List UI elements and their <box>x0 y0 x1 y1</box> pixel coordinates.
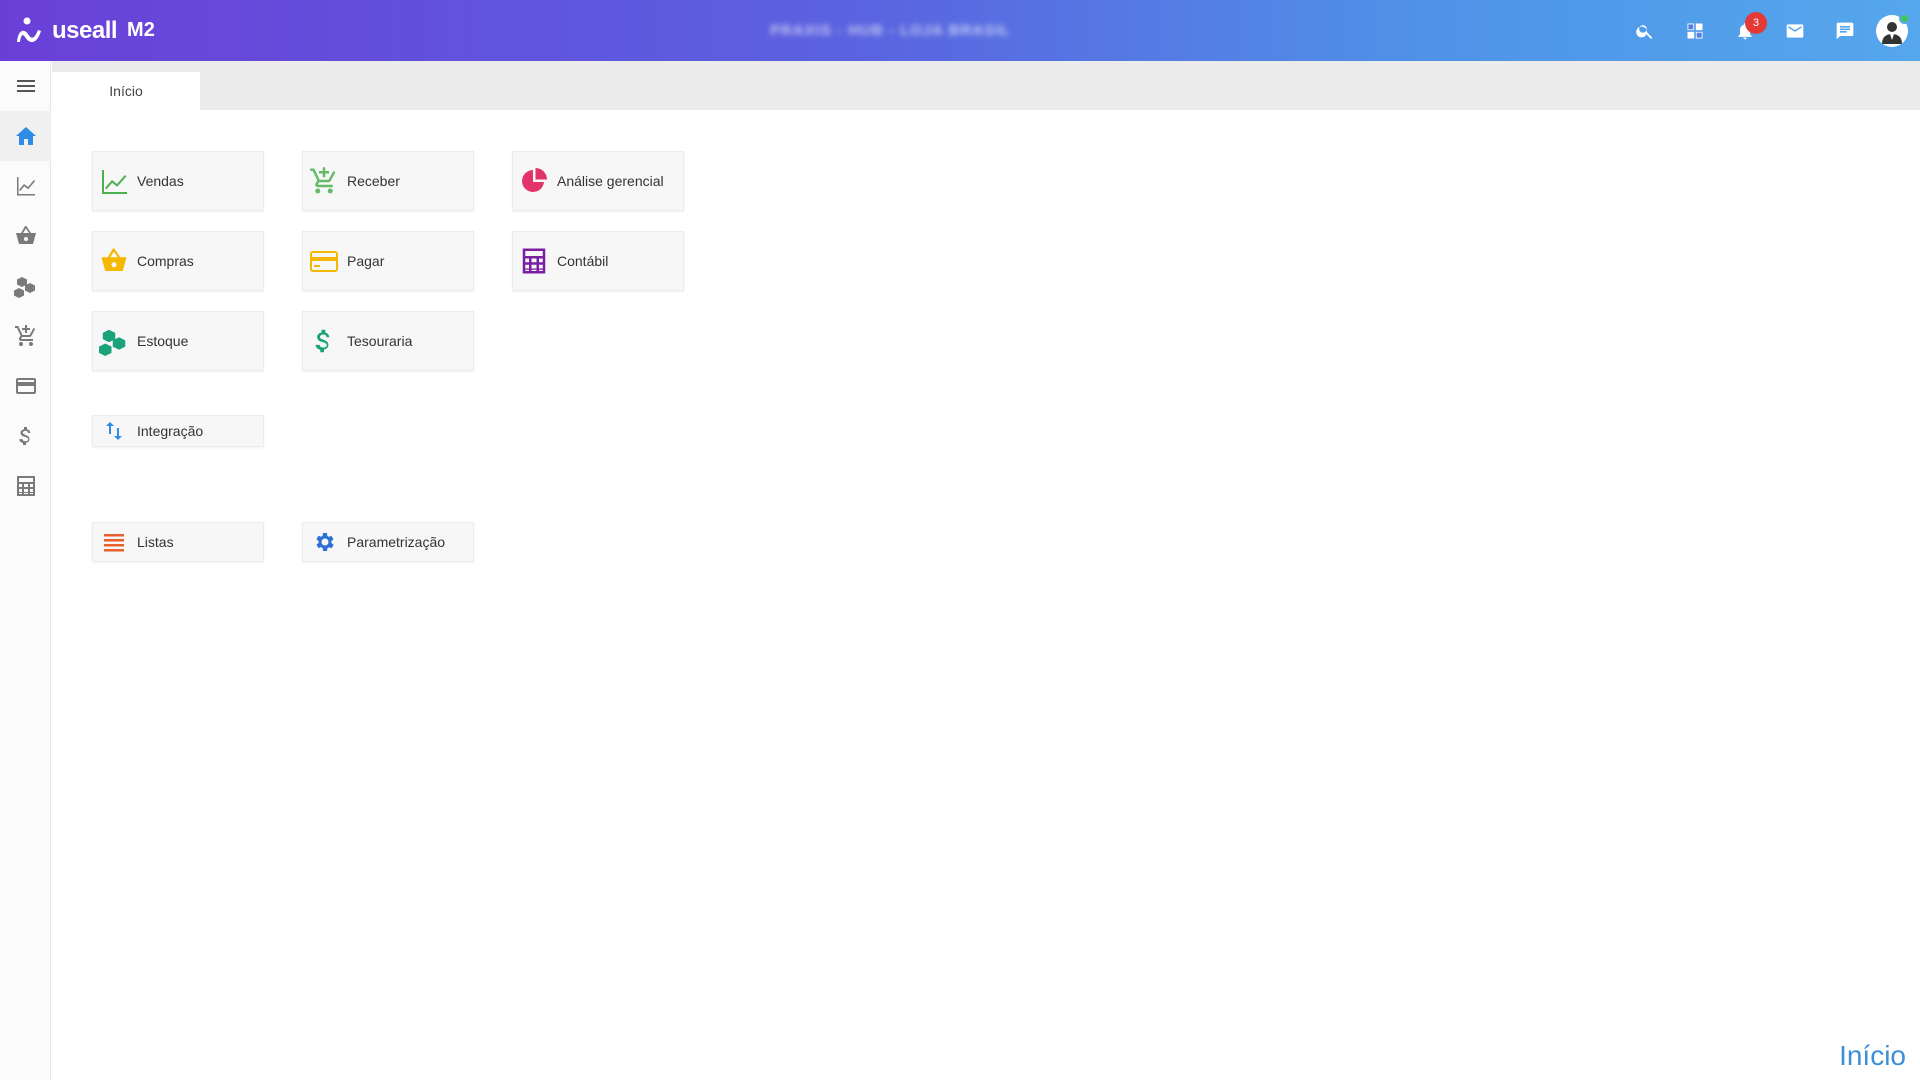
home-icon[interactable] <box>0 111 51 161</box>
tile-label: Receber <box>347 173 400 189</box>
top-bar: useall M2 PRAXIS - HUB - LOJA BRASIL 3 <box>0 0 1920 61</box>
logo-sub: M2 <box>127 19 155 41</box>
boxes-icon[interactable] <box>0 261 51 311</box>
tile-integracao[interactable]: Integração <box>92 415 264 447</box>
search-icon[interactable] <box>1620 0 1670 61</box>
tab-bar: Início <box>52 61 1920 110</box>
trend-icon <box>99 166 129 196</box>
boxes-icon <box>99 326 129 356</box>
dollar-icon <box>309 326 339 356</box>
tile-label: Integração <box>137 423 204 439</box>
apps-icon[interactable] <box>1670 0 1720 61</box>
tile-label: Compras <box>137 253 194 269</box>
card-icon[interactable] <box>0 361 51 411</box>
dollar-icon[interactable] <box>0 411 51 461</box>
page-title: Início <box>1839 1040 1906 1071</box>
credit-card-icon <box>309 246 339 276</box>
notification-badge: 3 <box>1745 12 1767 34</box>
menu-icon[interactable] <box>0 61 51 111</box>
tile-tesouraria[interactable]: Tesouraria <box>302 311 474 371</box>
basket-icon[interactable] <box>0 211 51 261</box>
tile-contabil[interactable]: Contábil <box>512 231 684 291</box>
tile-label: Contábil <box>557 253 609 269</box>
tab-inicio[interactable]: Início <box>52 72 200 110</box>
tile-analise-gerencial[interactable]: Análise gerencial <box>512 151 684 211</box>
tile-listas[interactable]: Listas <box>92 522 264 562</box>
sales-chart-icon[interactable] <box>0 161 51 211</box>
cart-add-icon[interactable] <box>0 311 51 361</box>
tile-label: Estoque <box>137 333 189 349</box>
user-avatar[interactable] <box>1876 12 1910 47</box>
tile-label: Listas <box>137 534 174 550</box>
tile-estoque[interactable]: Estoque <box>92 311 264 371</box>
logo[interactable]: useall M2 <box>14 16 155 46</box>
tile-label: Pagar <box>347 253 385 269</box>
tile-compras[interactable]: Compras <box>92 231 264 291</box>
calculator-icon[interactable] <box>0 461 51 511</box>
list-icon <box>99 527 129 557</box>
tile-label: Vendas <box>137 173 184 189</box>
tile-vendas[interactable]: Vendas <box>92 151 264 211</box>
online-status-dot <box>1899 12 1910 24</box>
bell-icon[interactable]: 3 <box>1720 0 1770 61</box>
cart-plus-icon <box>309 166 339 196</box>
company-name: PRAXIS - HUB - LOJA BRASIL <box>770 22 1011 39</box>
tile-receber[interactable]: Receber <box>302 151 474 211</box>
tile-parametrizacao[interactable]: Parametrização <box>302 522 474 562</box>
tile-label: Análise gerencial <box>557 173 664 189</box>
mail-icon[interactable] <box>1770 0 1820 61</box>
logo-text: useall <box>52 16 118 44</box>
basket-icon <box>99 246 129 276</box>
sync-arrows-icon <box>99 416 129 446</box>
pie-icon <box>519 166 549 196</box>
logo-mark-icon <box>17 17 41 42</box>
tile-label: Parametrização <box>347 534 446 550</box>
tile-label: Tesouraria <box>347 333 413 349</box>
gear-icon <box>309 527 339 557</box>
chat-icon[interactable] <box>1820 0 1870 61</box>
sidebar <box>0 61 51 1080</box>
tile-pagar[interactable]: Pagar <box>302 231 474 291</box>
calculator-icon <box>519 246 549 276</box>
